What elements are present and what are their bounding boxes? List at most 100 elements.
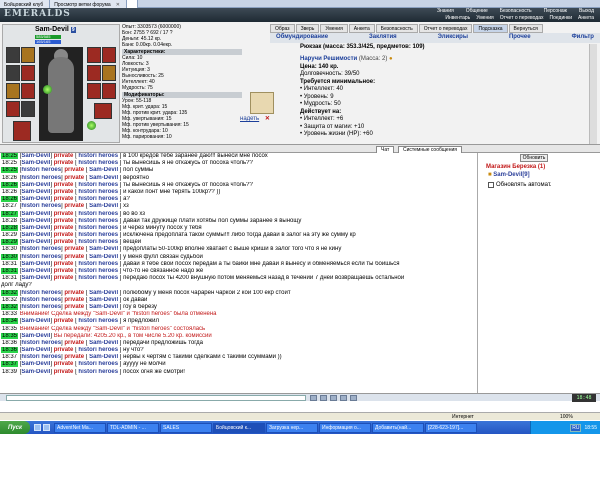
exit-icon[interactable] — [350, 395, 357, 401]
auto-refresh-option[interactable]: Обновлять автомат. — [488, 182, 552, 188]
message-sender[interactable]: Sam-Devil — [21, 182, 50, 188]
info-icon[interactable]: ● — [389, 56, 393, 62]
message-recipient[interactable]: histori heroes — [78, 347, 118, 353]
message-recipient[interactable]: Sam-Devil — [89, 340, 118, 346]
language-indicator[interactable]: RU — [570, 423, 582, 432]
smiley-icon[interactable] — [310, 395, 317, 401]
message-recipient[interactable]: histori heroes — [78, 261, 118, 267]
message-sender[interactable]: histori heroes — [21, 354, 61, 360]
tab-return[interactable]: Вернуться — [508, 24, 543, 33]
equipment-slot-robe[interactable] — [13, 121, 31, 141]
message-sender[interactable]: Sam-Devil — [21, 239, 50, 245]
chat-input[interactable] — [6, 395, 306, 401]
message-recipient[interactable]: Sam-Devil — [89, 167, 118, 173]
menu-communication[interactable]: Общение — [466, 8, 488, 14]
tab-other[interactable]: Прочее — [509, 34, 531, 42]
browser-icon[interactable] — [43, 424, 50, 431]
chat-log[interactable]: 18:25 [Sam-Devil] private [ histori hero… — [0, 153, 478, 393]
start-button[interactable]: Пуск — [0, 421, 30, 434]
taskbar-button[interactable]: Информация о... — [319, 422, 371, 433]
menu-skills[interactable]: Умения — [476, 15, 493, 21]
tab-filter[interactable]: Фильтр — [572, 34, 594, 42]
taskbar-button[interactable]: Добавить(най... — [372, 422, 424, 433]
message-sender[interactable]: histori heroes — [21, 246, 61, 252]
menu-character[interactable]: Персонаж — [544, 8, 567, 14]
message-recipient[interactable]: histori heroes — [78, 361, 118, 367]
message-sender[interactable]: Sam-Devil — [21, 211, 50, 217]
taskbar-button[interactable]: SALES — [160, 422, 212, 433]
message-sender[interactable]: Sam-Devil — [21, 275, 50, 281]
message-sender[interactable]: Sam-Devil — [21, 261, 50, 267]
message-recipient[interactable]: histori heroes — [78, 268, 118, 274]
tab-pet[interactable]: Зверь — [295, 24, 320, 33]
browser-tab-active[interactable] — [126, 0, 138, 8]
message-sender[interactable]: histori heroes — [21, 340, 61, 346]
tab-skills[interactable]: Умения — [320, 24, 348, 33]
equipment-slot-armor[interactable] — [6, 101, 20, 117]
inventory-scrollbar[interactable] — [589, 44, 597, 144]
message-sender[interactable]: histori heroes — [21, 290, 61, 296]
message-recipient[interactable]: histori heroes — [78, 369, 118, 375]
message-recipient[interactable]: Sam-Devil — [89, 254, 118, 260]
browser-tab[interactable]: Бойцовский клуб — [0, 0, 51, 8]
equipment-slot-helmet[interactable] — [6, 65, 20, 81]
tab-image[interactable]: Образ — [270, 24, 295, 33]
message-recipient[interactable]: histori heroes — [78, 225, 118, 231]
tab-hint[interactable]: Подсказка — [473, 24, 508, 33]
character-name[interactable]: Sam-Devil 9 — [35, 26, 76, 33]
equipment-slot-earring[interactable] — [102, 47, 116, 63]
menu-inventory[interactable]: Инвентарь — [445, 15, 470, 21]
message-recipient[interactable]: histori heroes — [78, 153, 118, 159]
message-sender[interactable]: Sam-Devil — [21, 361, 50, 367]
message-recipient[interactable]: histori heroes — [78, 196, 118, 202]
message-recipient[interactable]: histori heroes — [78, 189, 118, 195]
message-sender[interactable]: histori heroes — [21, 297, 61, 303]
tab-profile[interactable]: Анкета — [348, 24, 375, 33]
message-recipient[interactable]: Sam-Devil — [89, 304, 118, 310]
tab-transfer-report[interactable]: Отчет о переводах — [418, 24, 473, 33]
message-sender[interactable]: histori heroes — [21, 304, 61, 310]
taskbar-button[interactable]: Загрузка нер... — [266, 422, 318, 433]
online-user[interactable]: ■ Sam-Devil[9] — [488, 172, 530, 178]
message-recipient[interactable]: histori heroes — [78, 275, 118, 281]
menu-exit[interactable]: Выход — [579, 8, 594, 14]
equipment-slot-boots[interactable] — [94, 103, 112, 119]
message-recipient[interactable]: histori heroes — [78, 160, 118, 166]
taskbar-clock[interactable]: 18:55 — [584, 425, 597, 431]
menu-security[interactable]: Безопасность — [500, 8, 532, 14]
tab-spells[interactable]: Заклятия — [369, 34, 397, 42]
message-sender[interactable]: Sam-Devil — [21, 347, 50, 353]
message-sender[interactable]: histori heroes — [21, 254, 61, 260]
message-sender[interactable]: Sam-Devil — [21, 369, 50, 375]
message-recipient[interactable]: Sam-Devil — [89, 246, 118, 252]
equip-link[interactable]: надеть — [240, 116, 259, 122]
taskbar-button[interactable]: AdventNet Ma... — [54, 422, 106, 433]
equipment-slot-weapon[interactable] — [6, 47, 20, 63]
message-recipient[interactable]: histori heroes — [78, 218, 118, 224]
auto-refresh-checkbox[interactable] — [488, 182, 494, 188]
menu-battles[interactable]: Поединки — [550, 15, 573, 21]
message-sender[interactable]: histori heroes — [21, 203, 61, 209]
message-recipient[interactable]: histori heroes — [78, 239, 118, 245]
equipment-slot-pants[interactable] — [87, 83, 101, 99]
filter-icon[interactable] — [330, 395, 337, 401]
close-icon[interactable]: ✕ — [116, 2, 120, 8]
message-recipient[interactable]: Sam-Devil — [89, 297, 118, 303]
equipment-slot-ring[interactable] — [21, 47, 35, 63]
message-sender[interactable]: Sam-Devil — [21, 318, 50, 324]
menu-knowledge[interactable]: Знания — [437, 8, 454, 14]
item-name[interactable]: Наручи Решимости — [300, 56, 357, 62]
refresh-button[interactable]: Обновить — [520, 154, 548, 162]
message-sender[interactable]: Sam-Devil — [21, 268, 50, 274]
message-recipient[interactable]: Sam-Devil — [89, 175, 118, 181]
taskbar-button[interactable]: Бойцовский к... — [213, 422, 265, 433]
zoom-level[interactable]: 100% — [560, 414, 573, 420]
browser-tab[interactable]: Просмотр ветки форума ✕ — [50, 0, 127, 8]
message-sender[interactable]: Sam-Devil — [21, 333, 50, 339]
message-sender[interactable]: Sam-Devil — [21, 160, 50, 166]
equipment-slot-shield[interactable] — [102, 83, 116, 99]
equipment-slot-bracers[interactable] — [87, 65, 101, 81]
message-recipient[interactable]: histori heroes — [78, 318, 118, 324]
tab-security[interactable]: Безопасность — [375, 24, 418, 33]
message-sender[interactable]: histori heroes — [21, 175, 61, 181]
